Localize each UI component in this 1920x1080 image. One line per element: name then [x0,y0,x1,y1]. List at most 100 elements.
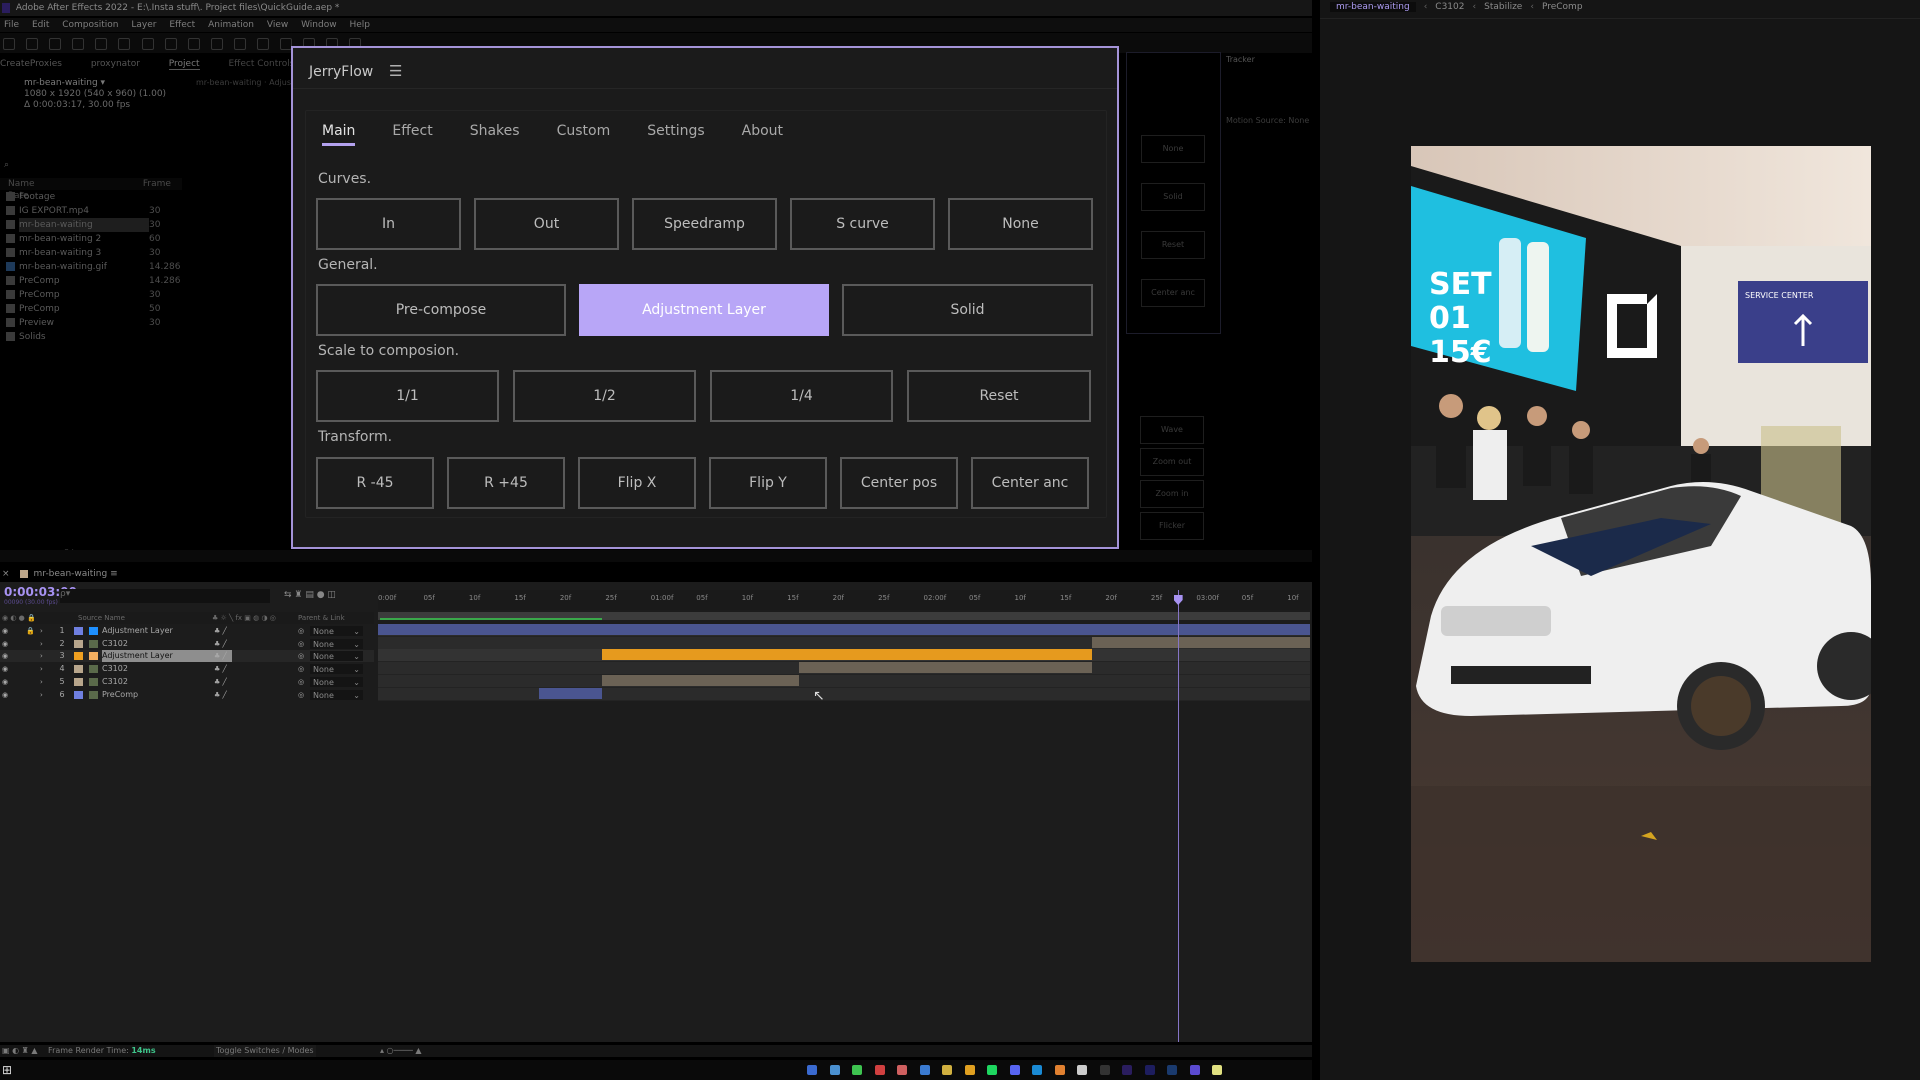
paint-icon[interactable] [897,1065,907,1075]
selection-tool-icon[interactable] [3,38,15,50]
eye-icon[interactable]: ◉ [2,689,8,701]
menu-window[interactable]: Window [301,20,337,30]
project-item[interactable]: mr-bean-waiting 3 30 [0,246,182,260]
tab-shakes[interactable]: Shakes [470,123,520,146]
parent-dropdown[interactable]: None ⌄ [310,626,363,636]
layer-duration-bar[interactable] [378,624,1310,635]
expand-chevron-icon[interactable]: › [40,638,43,650]
flip-y-button[interactable]: Flip Y [709,457,827,509]
vscode-icon[interactable] [1032,1065,1042,1075]
center-anchor-button[interactable]: Center anc [971,457,1089,509]
panel-menu-icon[interactable]: ≡ [110,569,118,579]
menu-animation[interactable]: Animation [208,20,254,30]
menu-view[interactable]: View [267,20,288,30]
menu-edit[interactable]: Edit [32,20,49,30]
expand-chevron-icon[interactable]: › [40,689,43,701]
timeline-tab[interactable]: × mr-bean-waiting ≡ [0,567,380,581]
project-item[interactable]: PreComp 50 [0,302,182,316]
parent-dropdown[interactable]: None ⌄ [310,689,363,700]
expand-chevron-icon[interactable]: › [40,676,43,688]
curve-none-button[interactable]: None [948,198,1093,250]
rotate-plus-45-button[interactable]: R +45 [447,457,565,509]
curve-speedramp-button[interactable]: Speedramp [632,198,777,250]
work-area-bar[interactable] [378,612,1310,620]
app-icon[interactable] [1077,1065,1087,1075]
parent-dropdown[interactable]: None ⌄ [310,664,363,675]
app-icon[interactable] [874,1065,885,1075]
shy-switch-icon[interactable]: ♣ ╱ [214,625,227,637]
settings-icon[interactable] [807,1065,817,1075]
parent-dropdown[interactable]: None ⌄ [310,676,363,687]
selected-item-name[interactable]: mr-bean-waiting ▾ [24,78,166,89]
tab-project[interactable]: Project [168,59,200,70]
layer-row[interactable]: ◉ › 2 C3102 ♣ ╱ ◎ None ⌄ [0,638,374,650]
shy-switch-icon[interactable]: ♣ ╱ [214,638,227,650]
tab-custom[interactable]: Custom [557,123,611,146]
obs-icon[interactable] [1099,1065,1110,1075]
breadcrumb-current[interactable]: mr-bean-waiting [1330,2,1416,12]
adjustment-layer-button[interactable]: Adjustment Layer [579,284,829,336]
eye-icon[interactable]: ◉ [2,663,8,675]
layer-duration-bar[interactable] [601,649,1092,661]
project-item[interactable]: Solids [0,330,182,344]
steam-icon[interactable] [829,1065,840,1075]
layer-duration-bar[interactable] [539,687,602,699]
timeline-switches-icons[interactable]: ⇆ ♜ ▤ ● ◫ [284,590,336,600]
expand-chevron-icon[interactable]: › [40,625,43,637]
scale-1-4-button[interactable]: 1/4 [710,370,893,422]
project-item[interactable]: mr-bean-waiting 30 [0,218,182,232]
project-item[interactable]: PreComp 30 [0,288,182,302]
layer-row[interactable]: ◉ 🔒 › 1 Adjustment Layer ♣ ╱ ◎ None ⌄ [0,625,374,637]
toggle-switches-button[interactable]: Toggle Switches / Modes [214,1045,316,1057]
spotify-icon[interactable] [987,1065,997,1075]
label-color-swatch[interactable] [74,690,83,699]
anchor-tool-icon[interactable] [164,38,177,50]
layer-name[interactable]: Adjustment Layer [102,625,232,637]
eye-icon[interactable]: ◉ [2,625,8,637]
chrome-icon[interactable] [964,1065,975,1075]
tab-about[interactable]: About [742,123,783,146]
layer-row[interactable]: ◉ › 5 C3102 ♣ ╱ ◎ None ⌄ [0,676,374,688]
layer-name[interactable]: Adjustment Layer [102,650,232,663]
vpn-icon[interactable] [1189,1065,1200,1075]
label-color-swatch[interactable] [74,639,83,648]
eye-icon[interactable]: ◉ [2,650,8,662]
orbit-tool-icon[interactable] [72,38,85,50]
column-parent-link[interactable]: Parent & Link [298,612,345,624]
zoom-tool-icon[interactable] [49,38,62,50]
flip-x-button[interactable]: Flip X [578,457,696,509]
menu-composition[interactable]: Composition [62,20,118,30]
project-item[interactable]: mr-bean-waiting 2 60 [0,232,182,246]
scale-reset-button[interactable]: Reset [907,370,1091,422]
menu-file[interactable]: File [4,20,19,30]
files-icon[interactable] [942,1065,952,1075]
expand-chevron-icon[interactable]: › [40,663,43,675]
dolly-tool-icon[interactable] [118,38,131,50]
project-item[interactable]: IG EXPORT.mp4 30 [0,204,182,218]
center-position-button[interactable]: Center pos [840,457,958,509]
pre-compose-button[interactable]: Pre-compose [316,284,566,336]
tab-proxynator[interactable]: proxynator [91,59,140,69]
shy-switch-icon[interactable]: ♣ ╱ [214,650,227,662]
curve-in-button[interactable]: In [316,198,461,250]
rotate-tool-icon[interactable] [141,38,154,50]
menu-layer[interactable]: Layer [131,20,156,30]
tab-main[interactable]: Main [322,123,356,146]
layer-row[interactable]: ◉ › 6 PreComp ♣ ╱ ◎ None ⌄ [0,689,374,701]
notes-icon[interactable] [1212,1065,1222,1075]
layer-row[interactable]: ◉ › 3 Adjustment Layer ♣ ╱ ◎ None ⌄ [0,650,374,663]
tab-effect[interactable]: Effect [392,123,432,146]
timeline-search-input[interactable]: ρ▾ [60,589,270,603]
rectangle-tool-icon[interactable] [187,38,200,50]
playhead-line[interactable] [1177,590,1179,1042]
tab-settings[interactable]: Settings [647,123,704,146]
shy-switch-icon[interactable]: ♣ ╱ [214,663,227,675]
type-tool-icon[interactable] [233,38,246,50]
menu-effect[interactable]: Effect [169,20,195,30]
column-source-name[interactable]: Source Name [78,612,125,624]
parent-pickwhip-icon[interactable]: ◎ [298,650,304,662]
project-item[interactable]: Footage [0,190,182,204]
lock-icon[interactable]: 🔒 [26,625,35,637]
hamburger-icon[interactable]: ☰ [389,62,402,80]
parent-pickwhip-icon[interactable]: ◎ [298,625,304,637]
